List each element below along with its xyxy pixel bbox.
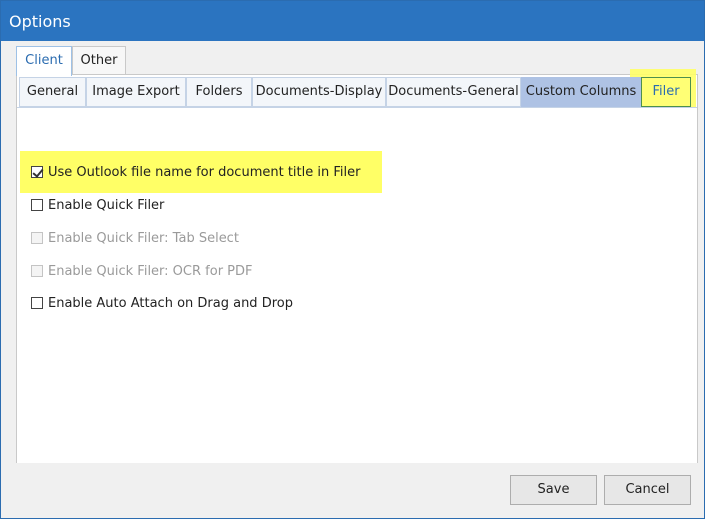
checkbox-disabled-icon — [31, 232, 43, 244]
checkbox-checked-icon[interactable] — [31, 166, 43, 178]
checkbox-disabled-icon — [31, 265, 43, 277]
cancel-button[interactable]: Cancel — [604, 475, 691, 505]
checkbox-icon[interactable] — [31, 199, 43, 211]
option-label: Enable Quick Filer: Tab Select — [48, 230, 239, 246]
option-quick-filer-tab-select: Enable Quick Filer: Tab Select — [31, 228, 239, 248]
filer-settings-panel: Use Outlook file name for document title… — [17, 107, 697, 463]
title-bar[interactable]: Options — [1, 1, 704, 41]
tab-documents-general[interactable]: Documents-General — [386, 77, 521, 107]
tab-general[interactable]: General — [19, 77, 86, 107]
option-label: Enable Auto Attach on Drag and Drop — [48, 295, 293, 311]
option-quick-filer-ocr-pdf: Enable Quick Filer: OCR for PDF — [31, 261, 253, 281]
tab-other[interactable]: Other — [72, 46, 126, 74]
tab-documents-display[interactable]: Documents-Display — [252, 77, 386, 107]
options-dialog: Options Client Other General Image Expor… — [0, 0, 705, 519]
option-label: Enable Quick Filer — [48, 197, 165, 213]
checkbox-icon[interactable] — [31, 297, 43, 309]
tab-custom-columns[interactable]: Custom Columns — [521, 77, 641, 107]
option-label: Enable Quick Filer: OCR for PDF — [48, 263, 253, 279]
client-tab-panel: General Image Export Folders Documents-D… — [16, 69, 698, 463]
option-enable-quick-filer[interactable]: Enable Quick Filer — [31, 195, 164, 215]
inner-tab-strip: General Image Export Folders Documents-D… — [19, 69, 697, 113]
tab-client[interactable]: Client — [16, 46, 72, 76]
tab-filer[interactable]: Filer — [641, 77, 691, 107]
dialog-body: Client Other General Image Export Folder… — [1, 41, 704, 518]
window-title: Options — [9, 12, 71, 31]
option-auto-attach-drag-drop[interactable]: Enable Auto Attach on Drag and Drop — [31, 293, 293, 313]
save-button[interactable]: Save — [510, 475, 597, 505]
tab-image-export[interactable]: Image Export — [86, 77, 186, 107]
option-label: Use Outlook file name for document title… — [48, 164, 361, 180]
option-use-outlook-file-name[interactable]: Use Outlook file name for document title… — [31, 162, 360, 182]
tab-folders[interactable]: Folders — [186, 77, 252, 107]
